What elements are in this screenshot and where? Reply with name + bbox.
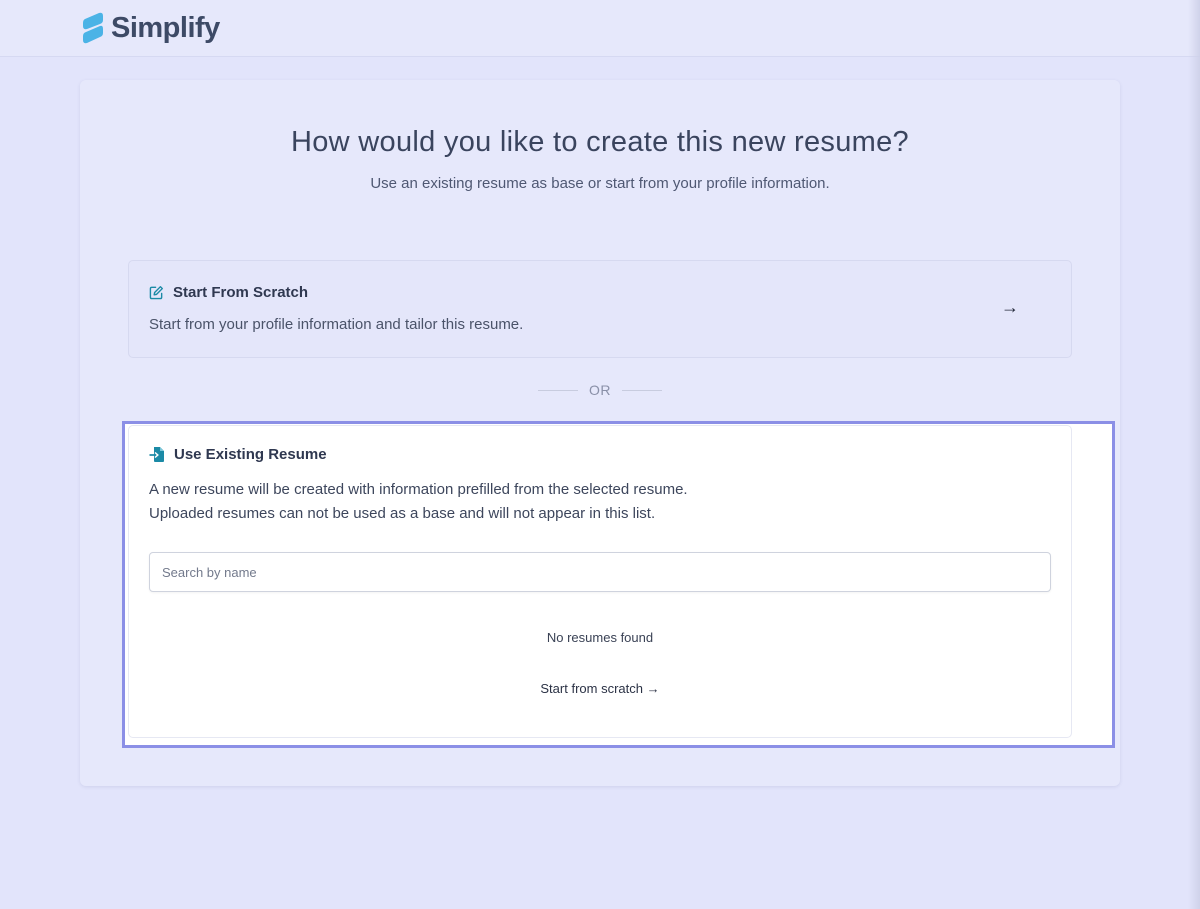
page-subtitle: Use an existing resume as base or start … [370,175,830,192]
scratch-title-row: Start From Scratch [149,284,308,301]
or-text: OR [589,382,611,398]
existing-description-line-2: Uploaded resumes can not be used as a ba… [149,505,656,522]
page-title: How would you like to create this new re… [291,126,909,158]
use-existing-resume-card[interactable]: Use Existing Resume A new resume will be… [128,425,1072,738]
existing-title-row: Use Existing Resume [149,446,327,463]
simplify-logo[interactable]: Simplify [81,12,220,44]
scratch-title: Start From Scratch [173,284,309,301]
divider-line-left [538,389,578,391]
simplify-logo-icon [81,12,105,44]
existing-title: Use Existing Resume [174,446,327,463]
start-from-scratch-link[interactable]: Start from scratch → [129,681,1071,696]
edit-icon [149,285,164,300]
divider-line-right [622,389,662,391]
scratch-description: Start from your profile information and … [149,316,524,333]
search-resume-input[interactable] [149,552,1051,592]
file-import-icon [149,446,165,463]
existing-description: A new resume will be created with inform… [149,478,688,526]
arrow-right-icon[interactable]: → [1001,297,1019,318]
top-navbar: Simplify [0,0,1200,57]
existing-description-line-1: A new resume will be created with inform… [149,481,688,498]
logo-text: Simplify [111,11,220,44]
empty-state-message: No resumes found [546,630,654,645]
or-divider: OR [538,380,662,400]
start-from-scratch-card[interactable]: Start From Scratch Start from your profi… [128,260,1072,358]
